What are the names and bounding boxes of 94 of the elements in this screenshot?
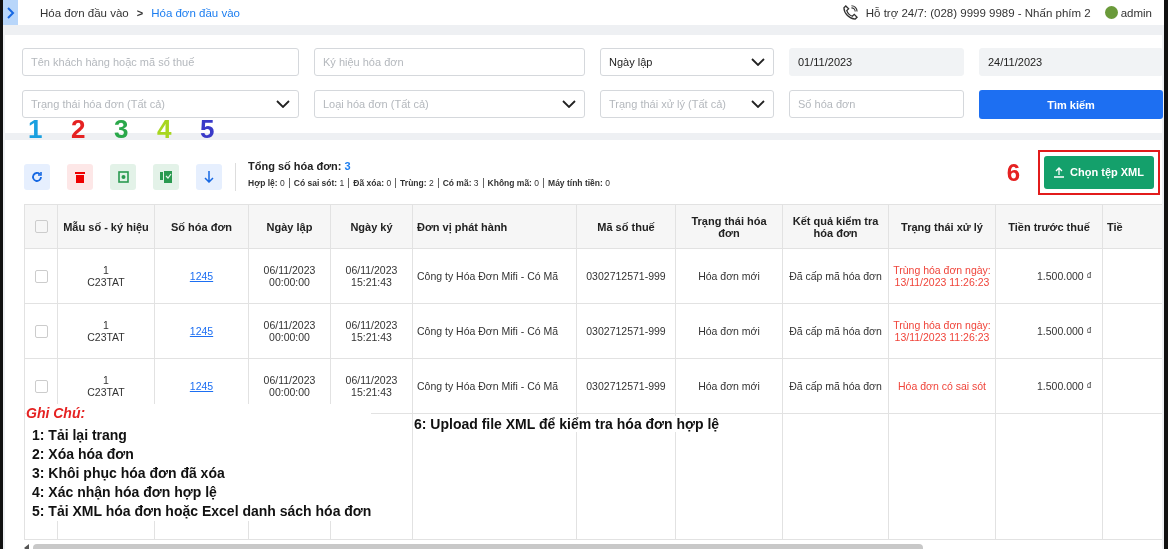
trash-icon [75,171,85,183]
notes-title: Ghi Chú: [26,404,87,423]
note-item: 3: Khôi phục hóa đơn đã xóa [32,464,226,483]
restore-bin-icon [117,171,129,183]
table-cell: 1.500.000 ₫ [1036,325,1092,337]
annotation-number: 6 [1006,159,1021,187]
column-header: Tiề [1102,204,1162,249]
table-cell: 0302712571-999 [586,325,666,337]
column-header: Ngày ký [330,204,413,249]
table-cell: 06/11/2023 00:00:00 [263,264,316,288]
column-header: Trạng thái xử lý [888,204,996,249]
note-item: 1: Tải lại trang [32,426,128,445]
table-cell: 0302712571-999 [586,380,666,392]
upload-icon [1054,166,1065,178]
table-cell: 1.500.000 ₫ [1036,270,1092,282]
table-cell: 1 C23TAT [87,319,125,343]
table-cell: 0302712571-999 [586,270,666,282]
status-count: Trùng: 2 [395,178,438,188]
table-cell: Hóa đơn mới [698,270,760,282]
column-header: Trạng thái hóa đơn [675,204,783,249]
chevron-down-icon [562,100,576,108]
table-cell: 1 C23TAT [87,374,125,398]
status-count: Máy tính tiền: 0 [543,178,614,188]
column-header: Kết quả kiểm tra hóa đơn [782,204,889,249]
restore-button[interactable] [110,164,136,190]
table-cell: Đã cấp mã hóa đơn [789,270,882,282]
phone-icon [842,5,858,20]
table-cell: Công ty Hóa Đơn Mifi - Có Mã [417,325,559,337]
table-cell: Công ty Hóa Đơn Mifi - Có Mã [417,270,559,282]
table-cell: 06/11/2023 15:21:43 [345,374,398,398]
delete-button[interactable] [67,164,93,190]
confirm-button[interactable] [153,164,179,190]
download-arrow-icon [204,171,214,183]
date-field[interactable]: 24/11/2023 [979,48,1163,76]
column-header: Ngày lập [248,204,331,249]
invoice-number-link[interactable]: 1245 [189,270,214,282]
table-cell: 06/11/2023 00:00:00 [263,319,316,343]
note-item: 6: Upload file XML để kiểm tra hóa đơn hợp lệ [414,416,720,432]
total-label: Tổng số hóa đơn: [248,160,342,172]
user-avatar[interactable] [1104,6,1118,19]
table-cell: Hóa đơn mới [698,325,760,337]
download-button[interactable] [196,164,222,190]
status-count: Có mã: 3 [437,178,483,188]
note-item: 2: Xóa hóa đơn [32,445,135,464]
support-hotline: Hỗ trợ 24/7: (028) 9999 9989 - Nhấn phím 2 [865,6,1091,19]
text-input-field[interactable]: Số hóa đơn [789,90,964,118]
processing-status: Trùng hóa đơn ngày: 13/11/2023 11:26:23 [893,319,991,343]
note-item: 4: Xác nhận hóa đơn hợp lệ [32,483,218,502]
column-header: Mẫu số - ký hiệu [57,204,155,249]
column-header: Số hóa đơn [154,204,249,249]
sidebar-toggle-button[interactable] [3,0,18,25]
table-cell: Hóa đơn mới [698,380,760,392]
table-cell: Đã cấp mã hóa đơn [789,380,882,392]
chevron-down-icon [751,100,765,108]
table-cell: 06/11/2023 15:21:43 [345,319,398,343]
invoice-number-link[interactable]: 1245 [189,325,214,337]
check-document-icon [160,171,172,183]
breadcrumb-link[interactable]: Hóa đơn đầu vào [40,6,129,19]
status-count: Đã xóa: 0 [348,178,396,188]
row-checkbox[interactable] [34,324,48,338]
processing-status: Hóa đơn có sai sót [898,380,986,392]
processing-status: Trùng hóa đơn ngày: 13/11/2023 11:26:23 [893,264,991,288]
status-count: Không mã: 0 [482,178,544,188]
breadcrumb-current: Hóa đơn đầu vào [151,6,240,19]
chevron-down-icon [751,58,765,66]
breadcrumb-separator: > [136,6,144,19]
table-cell: 1.500.000 ₫ [1036,380,1092,392]
column-header: Đơn vị phát hành [412,204,577,249]
table-cell: 06/11/2023 15:21:43 [345,264,398,288]
table-cell: 1 C23TAT [87,264,125,288]
note-item: 5: Tải XML hóa đơn hoặc Excel danh sách hóa đơn [32,502,372,521]
select-all-checkbox[interactable] [34,220,48,234]
status-count: Hợp lệ: 0 [248,178,286,188]
text-input-field[interactable]: Ký hiệu hóa đơn [314,48,585,76]
column-header: Tiền trước thuế [995,204,1103,249]
chevron-down-icon [276,100,290,108]
invoice-number-link[interactable]: 1245 [189,380,214,392]
text-input-field[interactable]: Tên khách hàng hoặc mã số thuế [22,48,299,76]
status-count: Có sai sót: 1 [288,178,349,188]
total-count: 3 [344,160,351,172]
column-header: Mã số thuế [576,204,676,249]
search-button[interactable]: Tìm kiếm [979,90,1163,119]
table-cell: 06/11/2023 00:00:00 [263,374,316,398]
row-checkbox[interactable] [34,269,48,283]
upload-xml-button[interactable]: Chọn tệp XML [1044,155,1154,189]
refresh-icon [31,171,43,183]
chevron-right-icon [6,6,15,19]
row-checkbox[interactable] [34,379,48,393]
table-cell: Đã cấp mã hóa đơn [789,325,882,337]
table-cell: Công ty Hóa Đơn Mifi - Có Mã [417,380,559,392]
select-dropdown[interactable]: Ngày lập [600,48,774,76]
reload-button[interactable] [24,164,50,190]
date-field[interactable]: 01/11/2023 [789,48,964,76]
user-name[interactable]: admin [1120,6,1152,19]
